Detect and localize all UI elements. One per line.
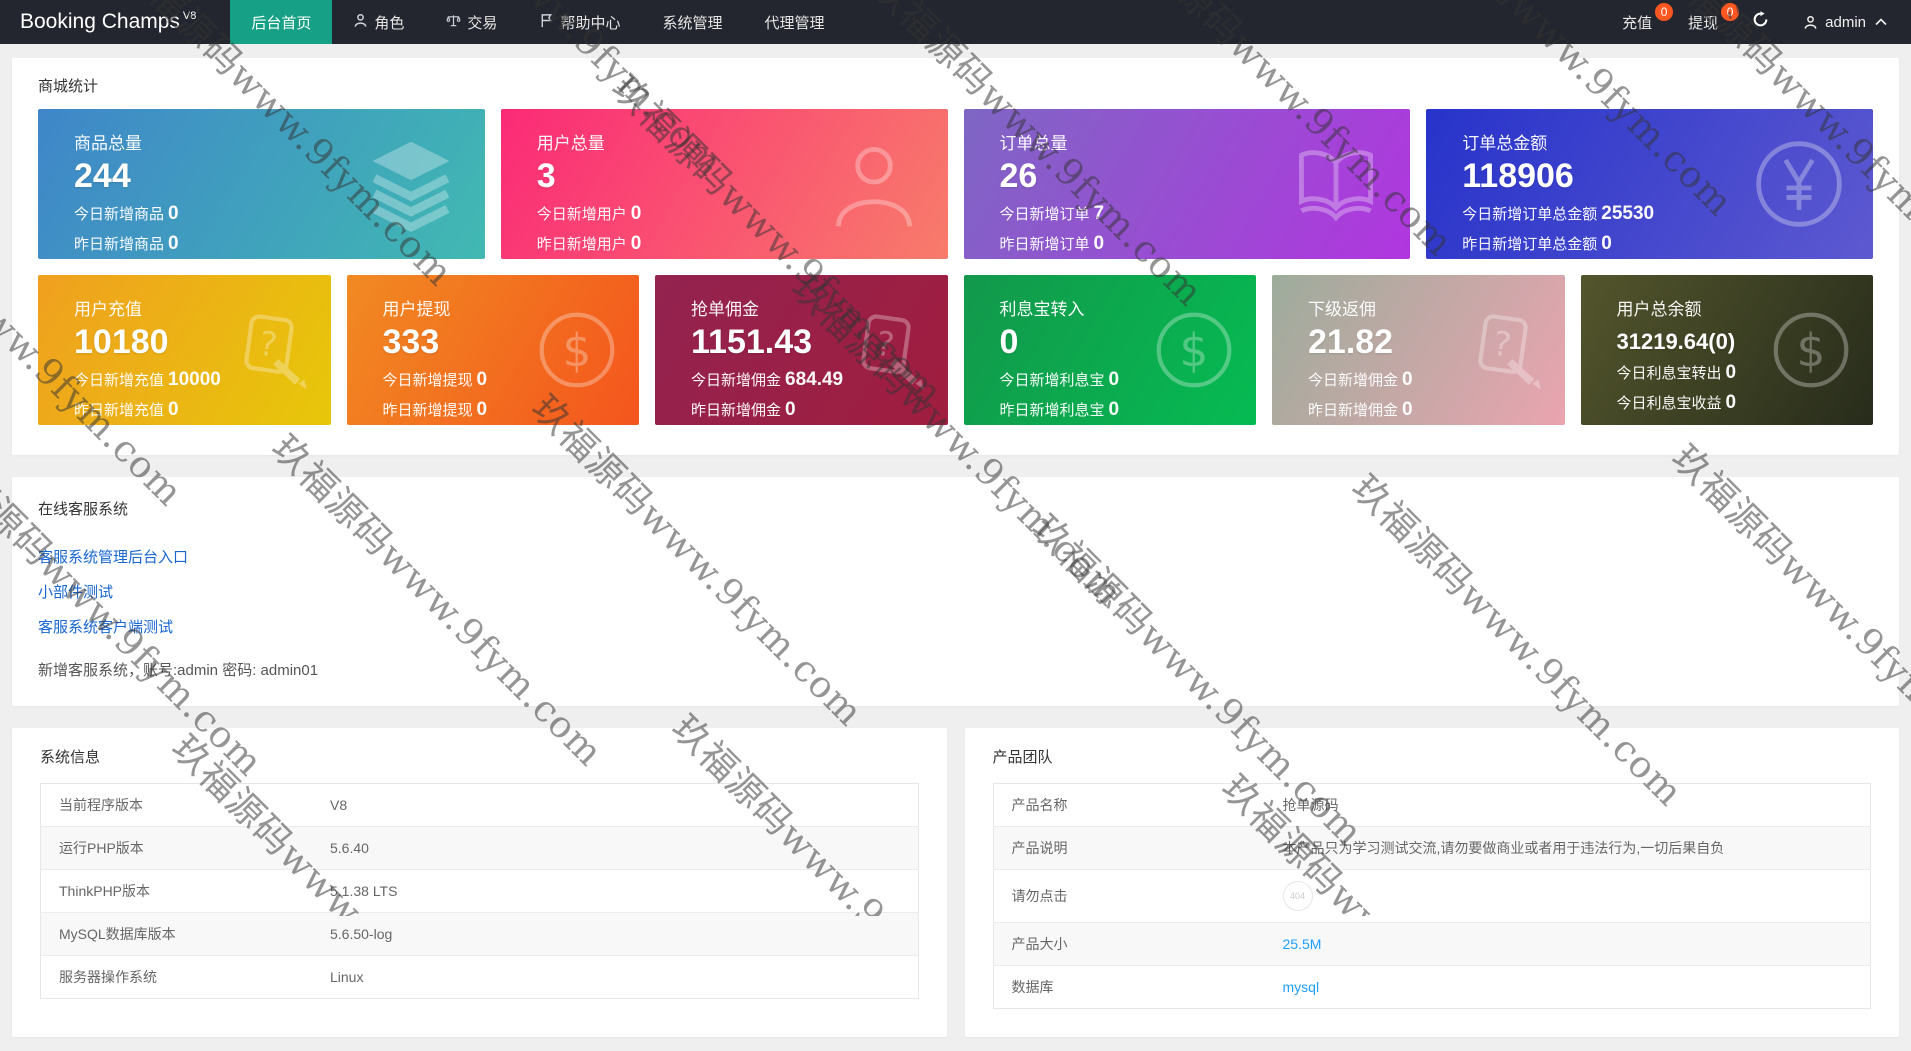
stat-card-user-recharge: 用户充值 10180 今日新增充值 10000 昨日新增充值 0 ?	[38, 275, 331, 425]
service-admin-link[interactable]: 客服系统管理后台入口	[38, 546, 1873, 567]
nav-item-label: 代理管理	[764, 14, 825, 32]
stat-card-user-withdraw: 用户提现 333 今日新增提现 0 昨日新增提现 0 $	[346, 275, 639, 425]
person-icon	[353, 13, 368, 32]
brand-name: Booking Champs	[20, 10, 180, 33]
chevron-up-icon	[1875, 18, 1887, 26]
customer-service-panel: 在线客服系统 客服系统管理后台入口 小部件测试 客服系统客户端测试 新增客服系统…	[12, 477, 1899, 706]
stat-card-product-total: 商品总量 244 今日新增商品 0 昨日新增商品 0	[38, 109, 485, 259]
stat-card-interest-in: 利息宝转入 0 今日新增利息宝 0 昨日新增利息宝 0 $	[963, 275, 1256, 425]
shop-stats-panel: 商城统计 商品总量 244 今日新增商品 0 昨日新增商品 0 用户总量 3 今日新…	[12, 58, 1899, 455]
brand-version: V8	[182, 10, 197, 22]
user-menu[interactable]: admin	[1785, 0, 1901, 44]
table-row: 产品名称 抢单源码	[1011, 797, 1339, 813]
nav-item-label: 交易	[467, 14, 498, 32]
user-icon	[1804, 15, 1817, 29]
table-row: 服务器操作系统 Linux	[40, 955, 918, 999]
system-info-panel: 系统信息 当前程序版本 V8 运行PHP版本 5.6.40 ThinkPHP版本 5.…	[12, 728, 947, 1037]
nav-item-roles[interactable]: 角色	[332, 0, 425, 44]
withdraw-label: 提现	[1688, 14, 1719, 32]
panel-title: 在线客服系统	[38, 501, 129, 518]
recharge-button[interactable]: 充值 0	[1604, 0, 1674, 44]
scales-icon	[446, 13, 462, 32]
table-row: 当前程序版本 V8	[59, 797, 348, 813]
product-size-link[interactable]: 25.5M	[1283, 936, 1322, 952]
table-row: ThinkPHP版本 5.1.38 LTS	[40, 869, 918, 913]
stat-card-sub-commission: 下级返佣 21.82 今日新增佣金 0 昨日新增佣金 0 ?	[1272, 275, 1565, 425]
stat-card-order-amount: 订单总金额 118906 今日新增订单总金额 25530 昨日新增订单总金额 0	[1426, 109, 1873, 259]
nav-item-label: 后台首页	[251, 14, 312, 32]
nav-item-system-admin[interactable]: 系统管理	[641, 0, 743, 44]
table-row: 产品说明 本产品只为学习测试交流,请勿要做商业或者用于违法行为,一切后果自负	[993, 826, 1871, 870]
top-navbar: Booking Champs V8 后台首页 角色 交易 帮助中心 系统管理 代…	[0, 0, 1911, 44]
nav-item-label: 角色	[374, 14, 405, 32]
table-row: 数据库 mysql	[993, 965, 1871, 1009]
nav-item-label: 帮助中心	[560, 14, 621, 32]
refresh-icon	[1752, 11, 1769, 33]
stat-card-user-balance: 用户总余额 31219.64(0) 今日利息宝转出 0 今日利息宝收益 0 $	[1580, 275, 1873, 425]
database-link[interactable]: mysql	[1283, 979, 1320, 995]
widget-test-link[interactable]: 小部件测试	[38, 581, 1873, 602]
table-row: MySQL数据库版本 5.6.50-log	[40, 912, 918, 956]
user-name: admin	[1825, 13, 1866, 31]
panel-title: 商城统计	[38, 78, 99, 95]
main-menu: 后台首页 角色 交易 帮助中心 系统管理 代理管理	[230, 0, 845, 44]
recharge-label: 充值	[1622, 14, 1653, 32]
stat-card-user-total: 用户总量 3 今日新增用户 0 昨日新增用户 0	[500, 109, 948, 259]
nav-item-help-center[interactable]: 帮助中心	[518, 0, 641, 44]
main-content: 商城统计 商品总量 244 今日新增商品 0 昨日新增商品 0 用户总量 3 今日新…	[0, 44, 1911, 1051]
system-info-table: 当前程序版本 V8 运行PHP版本 5.6.40 ThinkPHP版本 5.1.38 …	[40, 783, 919, 999]
flag-icon	[539, 13, 554, 32]
stat-card-order-total: 订单总量 26 今日新增订单 7 昨日新增订单 0	[963, 109, 1411, 259]
product-team-panel: 产品团队 产品名称 抢单源码 产品说明 本产品只为学习测试交流,请勿要做商业或者用于…	[964, 728, 1899, 1037]
service-account-note: 新增客服系统，账号:admin 密码: admin01	[38, 662, 319, 679]
table-row: 运行PHP版本 5.6.40	[40, 826, 918, 870]
navbar-right: 充值 0 提现 0 admin	[1604, 0, 1911, 44]
brand-logo[interactable]: Booking Champs V8	[0, 0, 216, 44]
404-badge[interactable]: 404	[1282, 881, 1313, 911]
panel-title: 产品团队	[992, 749, 1053, 766]
bottom-panels: 系统信息 当前程序版本 V8 运行PHP版本 5.6.40 ThinkPHP版本 5.…	[12, 728, 1899, 1037]
stat-card-row-1: 商品总量 244 今日新增商品 0 昨日新增商品 0 用户总量 3 今日新增用户 0 …	[12, 109, 1899, 259]
stat-card-row-2: 用户充值 10180 今日新增充值 10000 昨日新增充值 0 ? 用户提现 33…	[12, 275, 1899, 425]
product-team-table: 产品名称 抢单源码 产品说明 本产品只为学习测试交流,请勿要做商业或者用于违法行为,…	[992, 783, 1871, 1009]
withdraw-button[interactable]: 提现 0	[1670, 0, 1740, 44]
nav-item-home[interactable]: 后台首页	[230, 0, 333, 44]
nav-item-agent-admin[interactable]: 代理管理	[743, 0, 845, 44]
stat-card-grab-commission: 抢单佣金 1151.43 今日新增佣金 684.49 昨日新增佣金 0 ?	[655, 275, 948, 425]
refresh-button[interactable]	[1736, 0, 1785, 44]
nav-item-label: 系统管理	[662, 14, 723, 32]
service-client-test-link[interactable]: 客服系统客户端测试	[38, 616, 1873, 637]
table-row: 请勿点击 404	[993, 869, 1871, 923]
nav-item-trade[interactable]: 交易	[425, 0, 518, 44]
table-row: 产品大小 25.5M	[993, 922, 1871, 966]
panel-title: 系统信息	[40, 749, 101, 766]
